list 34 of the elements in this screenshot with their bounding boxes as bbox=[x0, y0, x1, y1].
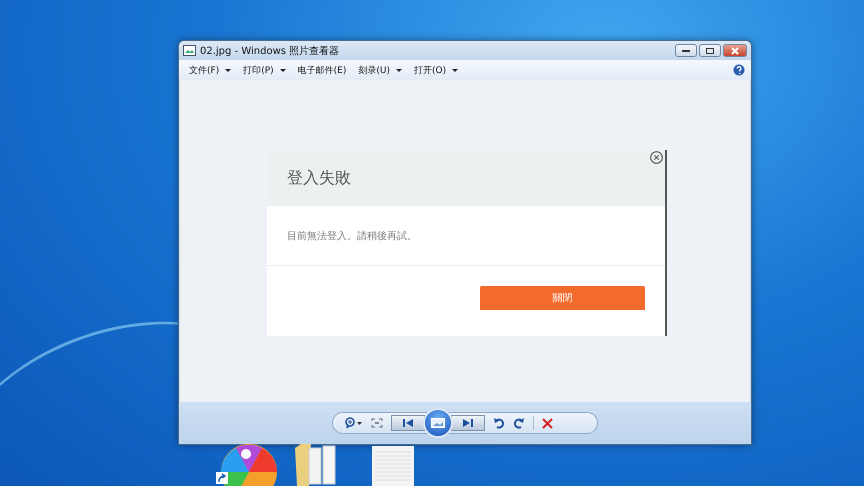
maximize-icon bbox=[706, 48, 714, 54]
caret-icon bbox=[280, 68, 286, 72]
close-button[interactable] bbox=[723, 44, 747, 57]
caret-icon bbox=[396, 68, 402, 72]
previous-icon bbox=[403, 419, 413, 427]
menu-item[interactable]: 文件(F) bbox=[185, 62, 236, 78]
maximize-button[interactable] bbox=[699, 44, 721, 57]
slideshow-button[interactable] bbox=[423, 408, 453, 438]
previous-button[interactable] bbox=[391, 415, 425, 431]
minimize-button[interactable] bbox=[675, 44, 697, 57]
minimize-icon bbox=[682, 48, 690, 52]
close-icon bbox=[650, 151, 663, 164]
caret-icon bbox=[225, 68, 232, 72]
zoom-button[interactable] bbox=[343, 417, 363, 429]
next-icon bbox=[463, 419, 473, 427]
shortcut-arrow-icon bbox=[216, 472, 228, 484]
dialog-message: 目前無法登入。請稍後再試。 bbox=[287, 230, 417, 242]
photo-viewer-icon bbox=[183, 45, 196, 56]
menu-item[interactable]: 打印(P) bbox=[239, 62, 290, 78]
close-icon bbox=[731, 46, 739, 54]
menu-item[interactable]: 打开(O) bbox=[410, 62, 462, 78]
help-icon[interactable] bbox=[733, 64, 745, 76]
rotate-left-button[interactable] bbox=[493, 417, 505, 429]
window-title: 02.jpg - Windows 照片查看器 bbox=[200, 44, 340, 58]
menu-item[interactable]: 电子邮件(E) bbox=[294, 62, 350, 78]
picture-icon bbox=[431, 418, 445, 428]
document-icon bbox=[372, 446, 414, 486]
dialog-title: 登入失敗 bbox=[287, 168, 351, 188]
menu-item[interactable]: 刻录(U) bbox=[354, 62, 406, 78]
delete-button[interactable] bbox=[542, 418, 553, 428]
caret-icon bbox=[452, 68, 458, 72]
actual-size-button[interactable] bbox=[371, 418, 383, 428]
next-button[interactable] bbox=[451, 415, 485, 431]
rotate-right-button[interactable] bbox=[513, 417, 525, 429]
